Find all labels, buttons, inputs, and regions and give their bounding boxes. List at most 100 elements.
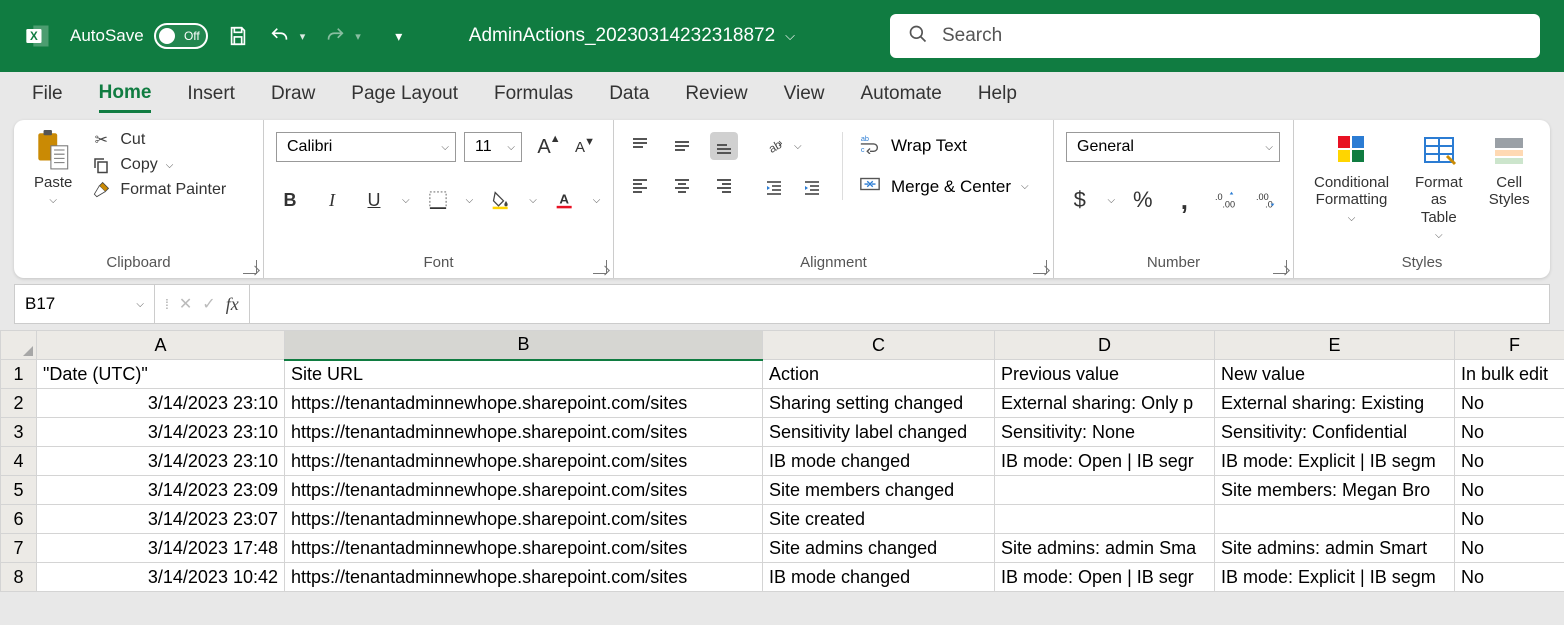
save-icon[interactable] [226,24,250,48]
filename-dropdown-icon[interactable]: ⌵ [785,28,795,44]
align-bottom-button[interactable] [710,132,738,160]
svg-text:ab: ab [766,138,784,156]
col-header-e[interactable]: E [1215,331,1455,360]
cell-styles-button[interactable]: Cell Styles [1480,126,1538,213]
underline-button[interactable]: U [360,186,388,214]
cell[interactable]: In bulk edit [1455,360,1564,389]
orientation-button[interactable]: ab [760,132,788,160]
tab-review[interactable]: Review [685,77,747,111]
tab-draw[interactable]: Draw [271,77,315,111]
align-top-button[interactable] [626,132,654,160]
align-center-button[interactable] [668,172,696,200]
cut-button[interactable]: ✂Cut [90,130,226,150]
row-header[interactable]: 1 [1,360,37,389]
chevron-down-icon[interactable]: ⌵ [1107,195,1115,206]
table-row[interactable]: 73/14/2023 17:48https://tenantadminnewho… [1,534,1564,563]
name-box[interactable]: B17⌵ [15,285,155,323]
font-name-select[interactable]: Calibri⌵ [276,132,456,162]
merge-center-button[interactable]: Merge & Center ⌵ [859,173,1029,200]
table-row[interactable]: 53/14/2023 23:09https://tenantadminnewho… [1,476,1564,505]
fill-color-button[interactable] [487,186,515,214]
table-row[interactable]: 1 "Date (UTC)" Site URL Action Previous … [1,360,1564,389]
tab-view[interactable]: View [784,77,825,111]
cell[interactable]: Previous value [995,360,1215,389]
table-row[interactable]: 43/14/2023 23:10https://tenantadminnewho… [1,447,1564,476]
chevron-down-icon[interactable]: ⌵ [466,195,474,206]
worksheet[interactable]: A B C D E F 1 "Date (UTC)" Site URL Acti… [0,330,1564,592]
align-right-button[interactable] [710,172,738,200]
fx-icon[interactable]: fx [226,294,239,315]
copy-icon [90,156,112,174]
search-input[interactable] [942,25,1522,47]
cell[interactable]: Action [763,360,995,389]
col-header-f[interactable]: F [1455,331,1564,360]
tab-data[interactable]: Data [609,77,649,111]
font-size-select[interactable]: 11⌵ [464,132,522,162]
filename[interactable]: AdminActions_20230314232318872 ⌵ [469,25,795,47]
tab-file[interactable]: File [32,77,63,111]
redo-dropdown-icon[interactable]: ▾ [355,30,361,43]
increase-decimal-button[interactable]: .0.00 [1212,186,1239,214]
undo-icon[interactable] [268,24,292,48]
col-header-c[interactable]: C [763,331,995,360]
tab-page-layout[interactable]: Page Layout [351,77,458,111]
increase-font-button[interactable]: A▲ [530,133,558,161]
format-as-table-button[interactable]: Format as Table⌵ [1403,126,1474,245]
chevron-down-icon[interactable]: ⌵ [1021,181,1029,192]
font-color-button[interactable]: A [551,186,579,214]
format-painter-button[interactable]: Format Painter [90,180,226,200]
clipboard-launcher[interactable] [243,260,257,274]
table-row[interactable]: 33/14/2023 23:10https://tenantadminnewho… [1,418,1564,447]
col-header-b[interactable]: B [285,331,763,360]
cell[interactable]: Site URL [285,360,763,389]
number-launcher[interactable] [1273,260,1287,274]
select-all-corner[interactable] [1,331,37,360]
borders-button[interactable] [424,186,452,214]
chevron-down-icon[interactable]: ⌵ [529,195,537,206]
cell[interactable]: "Date (UTC)" [37,360,285,389]
tab-help[interactable]: Help [978,77,1017,111]
decrease-font-button[interactable]: A▼ [566,133,594,161]
paste-button[interactable]: Paste ⌵ [26,126,80,211]
cancel-icon[interactable]: ✕ [179,294,192,314]
percent-button[interactable]: % [1129,186,1156,214]
table-row[interactable]: 63/14/2023 23:07https://tenantadminnewho… [1,505,1564,534]
chevron-down-icon: ⌵ [49,195,57,207]
redo-icon[interactable] [323,24,347,48]
align-middle-button[interactable] [668,132,696,160]
chevron-down-icon[interactable]: ⌵ [593,195,601,206]
bold-button[interactable]: B [276,186,304,214]
italic-button[interactable]: I [318,186,346,214]
tab-formulas[interactable]: Formulas [494,77,573,111]
table-row[interactable]: 83/14/2023 10:42https://tenantadminnewho… [1,563,1564,592]
alignment-launcher[interactable] [1033,260,1047,274]
copy-button[interactable]: Copy⌵ [90,156,226,174]
autosave-toggle[interactable]: AutoSave Off [70,23,208,49]
cell[interactable]: New value [1215,360,1455,389]
col-header-d[interactable]: D [995,331,1215,360]
tab-insert[interactable]: Insert [187,77,235,111]
font-launcher[interactable] [593,260,607,274]
chevron-down-icon[interactable]: ⌵ [402,195,410,206]
conditional-formatting-button[interactable]: Conditional Formatting⌵ [1306,126,1397,228]
chevron-down-icon[interactable]: ⌵ [794,141,802,152]
increase-indent-button[interactable] [798,174,826,202]
decrease-decimal-button[interactable]: .00.0 [1254,186,1281,214]
qat-customize-icon[interactable]: ▾ [387,24,411,48]
number-format-select[interactable]: General⌵ [1066,132,1280,162]
tab-home[interactable]: Home [99,76,152,113]
enter-icon[interactable]: ✓ [202,294,215,314]
wrap-text-button[interactable]: abc Wrap Text [859,132,1029,159]
accounting-button[interactable]: $ [1066,186,1093,214]
comma-button[interactable]: , [1171,186,1198,214]
decrease-indent-button[interactable] [760,174,788,202]
table-row[interactable]: 23/14/2023 23:10https://tenantadminnewho… [1,389,1564,418]
search-box[interactable] [890,14,1540,58]
align-left-button[interactable] [626,172,654,200]
undo-dropdown-icon[interactable]: ▾ [300,30,306,43]
table-icon [1421,130,1457,170]
tab-automate[interactable]: Automate [860,77,941,111]
col-header-a[interactable]: A [37,331,285,360]
dropdown-icon[interactable]: ⁞ [165,296,169,312]
conditional-formatting-icon [1334,130,1370,170]
